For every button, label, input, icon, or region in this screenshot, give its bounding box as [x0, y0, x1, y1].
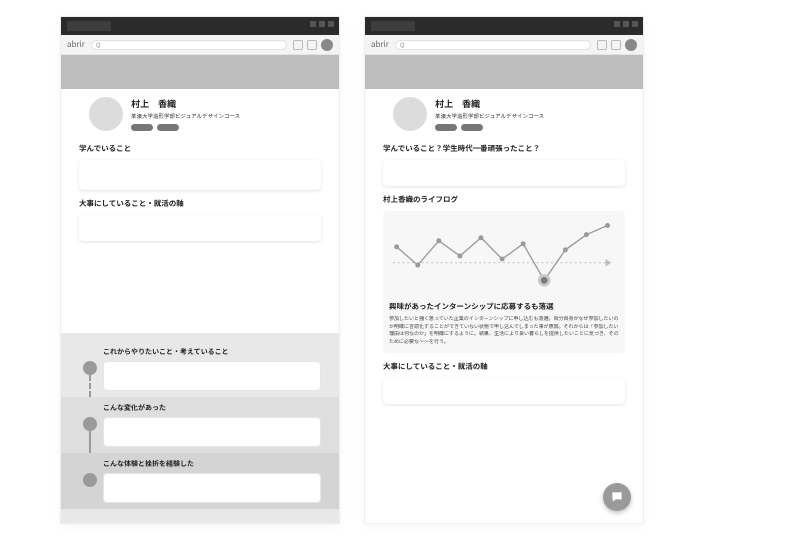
line-chart-svg [389, 217, 619, 295]
lifelog-caption: 興味があったインターンシップに応募するも落選 [389, 301, 619, 312]
search-icon: Q [96, 40, 100, 49]
brand-label: abrir [67, 39, 85, 50]
profile-photo[interactable] [89, 97, 123, 131]
values-card[interactable] [383, 378, 625, 404]
browser-toolbar: abrir Q [61, 35, 339, 55]
content-area: 学んでいること 大事にしていること・就活の軸 [61, 137, 339, 333]
browser-tab[interactable] [371, 21, 415, 31]
section-title-values: 大事にしていること・就活の軸 [79, 198, 321, 209]
profile-school: 某湊大学造形学部ビジュアルデザインコース [131, 112, 240, 120]
timeline-title: こんな体験と挫折を経験した [103, 459, 321, 469]
chart-point [457, 254, 462, 259]
timeline-card[interactable] [103, 361, 321, 391]
browser-chrome [61, 17, 339, 35]
tag-pill[interactable] [157, 124, 179, 131]
tag-pill[interactable] [435, 124, 457, 131]
timeline-title: こんな変化があった [103, 403, 321, 413]
chart-point [415, 263, 420, 268]
lifelog-body: 参加したいと強く思っていた企業のインターンシップに申し込むも落選。自分自身がなぜ… [389, 315, 619, 345]
profile-mockup-a: abrir Q 村上 香織 某湊大学造形学部ビジュアルデザインコース 学んでいる… [60, 16, 340, 524]
profile-name: 村上 香織 [435, 97, 544, 110]
chart-point [584, 232, 589, 237]
search-icon: Q [400, 40, 404, 49]
tag-pill[interactable] [131, 124, 153, 131]
section-title-values: 大事にしていること・就活の軸 [383, 361, 625, 372]
timeline-title: これからやりたいこと・考えていること [103, 347, 321, 357]
browser-tab[interactable] [67, 21, 111, 31]
bell-icon[interactable] [307, 40, 317, 50]
profile-name: 村上 香織 [131, 97, 240, 110]
chart-point [521, 241, 526, 246]
search-input[interactable]: Q [395, 40, 591, 50]
learning-card[interactable] [79, 160, 321, 190]
toolbar-icons [293, 39, 333, 51]
speech-bubble-icon [610, 490, 624, 504]
timeline-dot-icon [83, 361, 97, 375]
arrow-icon [606, 259, 612, 267]
browser-toolbar: abrir Q [365, 35, 643, 55]
values-card[interactable] [79, 215, 321, 241]
timeline-item-change: こんな変化があった [61, 397, 339, 453]
timeline-section: これからやりたいこと・考えていること こんな変化があった こんな体験と挫折を経験… [61, 333, 339, 523]
chart-point [605, 223, 610, 228]
search-input[interactable]: Q [91, 40, 287, 50]
profile-school: 某湊大学造形学部ビジュアルデザインコース [435, 112, 544, 120]
section-title-learning: 学んでいること [79, 143, 321, 154]
bell-icon[interactable] [611, 40, 621, 50]
timeline-item-future: これからやりたいこと・考えていること [79, 341, 321, 397]
tag-pills [131, 124, 240, 131]
brand-label: abrir [371, 39, 389, 50]
section-title-lifelog: 村上香織のライフログ [383, 194, 625, 205]
chart-point [563, 247, 568, 252]
content-area: 学んでいること？学生時代一番頑張ったこと？ 村上香織のライフログ 興味があったイ… [365, 137, 643, 523]
avatar-icon[interactable] [321, 39, 333, 51]
lifelog-chart [389, 217, 619, 295]
lifelog-card[interactable]: 興味があったインターンシップに応募するも落選 参加したいと強く思っていた企業のイ… [383, 211, 625, 353]
profile-header: 村上 香織 某湊大学造形学部ビジュアルデザインコース [61, 89, 339, 137]
timeline-dot-icon [83, 473, 97, 487]
chart-point [394, 244, 399, 249]
timeline-card[interactable] [103, 473, 321, 503]
avatar-icon[interactable] [625, 39, 637, 51]
tag-pills [435, 124, 544, 131]
chart-point [500, 257, 505, 262]
tag-pill[interactable] [461, 124, 483, 131]
profile-photo[interactable] [393, 97, 427, 131]
chat-icon[interactable] [597, 40, 607, 50]
chat-icon[interactable] [293, 40, 303, 50]
cover-banner [365, 55, 643, 89]
chart-point [479, 235, 484, 240]
profile-mockup-b: abrir Q 村上 香織 某湊大学造形学部ビジュアルデザインコース 学んでいる… [364, 16, 644, 524]
profile-header: 村上 香織 某湊大学造形学部ビジュアルデザインコース [365, 89, 643, 137]
timeline-card[interactable] [103, 417, 321, 447]
toolbar-icons [597, 39, 637, 51]
window-controls[interactable] [310, 21, 334, 27]
chart-point[interactable] [539, 276, 549, 286]
chart-point [436, 238, 441, 243]
timeline-item-experience: こんな体験と挫折を経験した [61, 453, 339, 509]
timeline-dot-icon [83, 417, 97, 431]
learning-card[interactable] [383, 160, 625, 186]
section-title-learning: 学んでいること？学生時代一番頑張ったこと？ [383, 143, 625, 154]
window-controls[interactable] [614, 21, 638, 27]
browser-chrome [365, 17, 643, 35]
chat-fab[interactable] [603, 483, 631, 511]
cover-banner [61, 55, 339, 89]
